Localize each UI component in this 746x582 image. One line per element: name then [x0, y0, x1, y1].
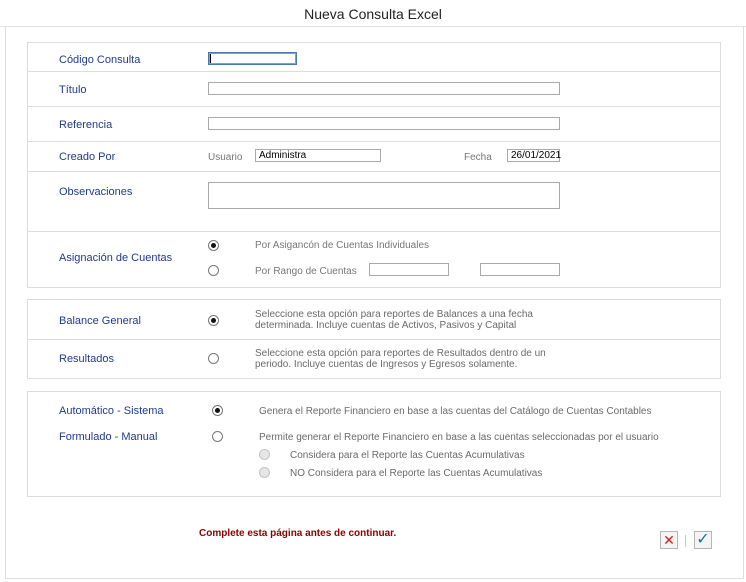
usuario-label: Usuario — [208, 152, 243, 163]
radio-no-considera[interactable] — [259, 467, 270, 478]
rango-option-label: Por Rango de Cuentas — [255, 266, 357, 277]
balance-label: Balance General — [59, 315, 141, 327]
general-section: Código Consulta Título Referencia Creado… — [27, 42, 721, 288]
resultados-desc-2: periodo. Incluye cuentas de Ingresos y E… — [255, 359, 518, 370]
resultados-desc-1: Seleccione esta opción para reportes de … — [255, 348, 546, 359]
observaciones-label: Observaciones — [59, 186, 133, 198]
rango-hasta-input[interactable] — [480, 263, 560, 276]
considera-label: Considera para el Reporte las Cuentas Ac… — [290, 450, 525, 461]
window-title: Nueva Consulta Excel — [0, 0, 746, 27]
radio-considera[interactable] — [259, 449, 270, 460]
balance-desc-2: determinada. Incluye cuentas de Activos,… — [255, 320, 517, 331]
observaciones-row: Observaciones — [28, 172, 720, 232]
referencia-label: Referencia — [59, 119, 113, 131]
asignacion-row: Asignación de Cuentas Por Asigancón de C… — [28, 232, 720, 287]
automatico-desc: Genera el Reporte Financiero en base a l… — [259, 406, 652, 417]
radio-resultados[interactable] — [208, 353, 219, 364]
individual-option-label: Por Asigancón de Cuentas Individuales — [255, 240, 430, 251]
check-icon: ✓ — [696, 531, 710, 548]
report-type-section: Balance General Seleccione esta opción p… — [27, 299, 721, 379]
no-considera-label: NO Considera para el Reporte las Cuentas… — [290, 468, 543, 479]
radio-automatico[interactable] — [212, 405, 223, 416]
codigo-label: Código Consulta — [59, 54, 141, 66]
radio-individual[interactable] — [208, 240, 219, 251]
close-icon: ✕ — [663, 532, 675, 548]
referencia-input[interactable] — [208, 117, 560, 130]
usuario-input[interactable]: Administra — [255, 149, 381, 162]
mode-section: Automático - Sistema Genera el Reporte F… — [27, 391, 721, 497]
balance-row: Balance General Seleccione esta opción p… — [28, 300, 720, 340]
cancel-button[interactable]: ✕ — [660, 531, 678, 549]
fecha-label: Fecha — [464, 152, 492, 163]
observaciones-textarea[interactable] — [208, 182, 560, 209]
resultados-label: Resultados — [59, 353, 115, 365]
titulo-input[interactable] — [208, 82, 560, 95]
button-separator — [685, 535, 686, 547]
formulado-label: Formulado - Manual — [59, 431, 158, 443]
formulado-desc: Permite generar el Reporte Financiero en… — [259, 432, 659, 443]
creado-row: Creado Por Usuario Administra Fecha 26/0… — [28, 142, 720, 172]
titulo-label: Título — [59, 84, 87, 96]
radio-rango[interactable] — [208, 265, 219, 276]
codigo-row: Código Consulta — [28, 43, 720, 72]
resultados-row: Resultados Seleccione esta opción para r… — [28, 340, 720, 378]
automatico-label: Automático - Sistema — [59, 405, 164, 417]
text-caret — [210, 54, 211, 63]
validation-message: Complete esta página antes de continuar. — [199, 528, 397, 539]
fecha-input[interactable]: 26/01/2021 — [507, 149, 561, 162]
accept-button[interactable]: ✓ — [694, 531, 712, 549]
referencia-row: Referencia — [28, 107, 720, 142]
rango-desde-input[interactable] — [369, 263, 449, 276]
radio-balance[interactable] — [208, 315, 219, 326]
radio-formulado[interactable] — [212, 431, 223, 442]
codigo-input[interactable] — [208, 52, 297, 65]
titulo-row: Título — [28, 72, 720, 107]
balance-desc-1: Seleccione esta opción para reportes de … — [255, 309, 533, 320]
asignacion-label: Asignación de Cuentas — [59, 252, 173, 264]
creado-label: Creado Por — [59, 151, 116, 163]
